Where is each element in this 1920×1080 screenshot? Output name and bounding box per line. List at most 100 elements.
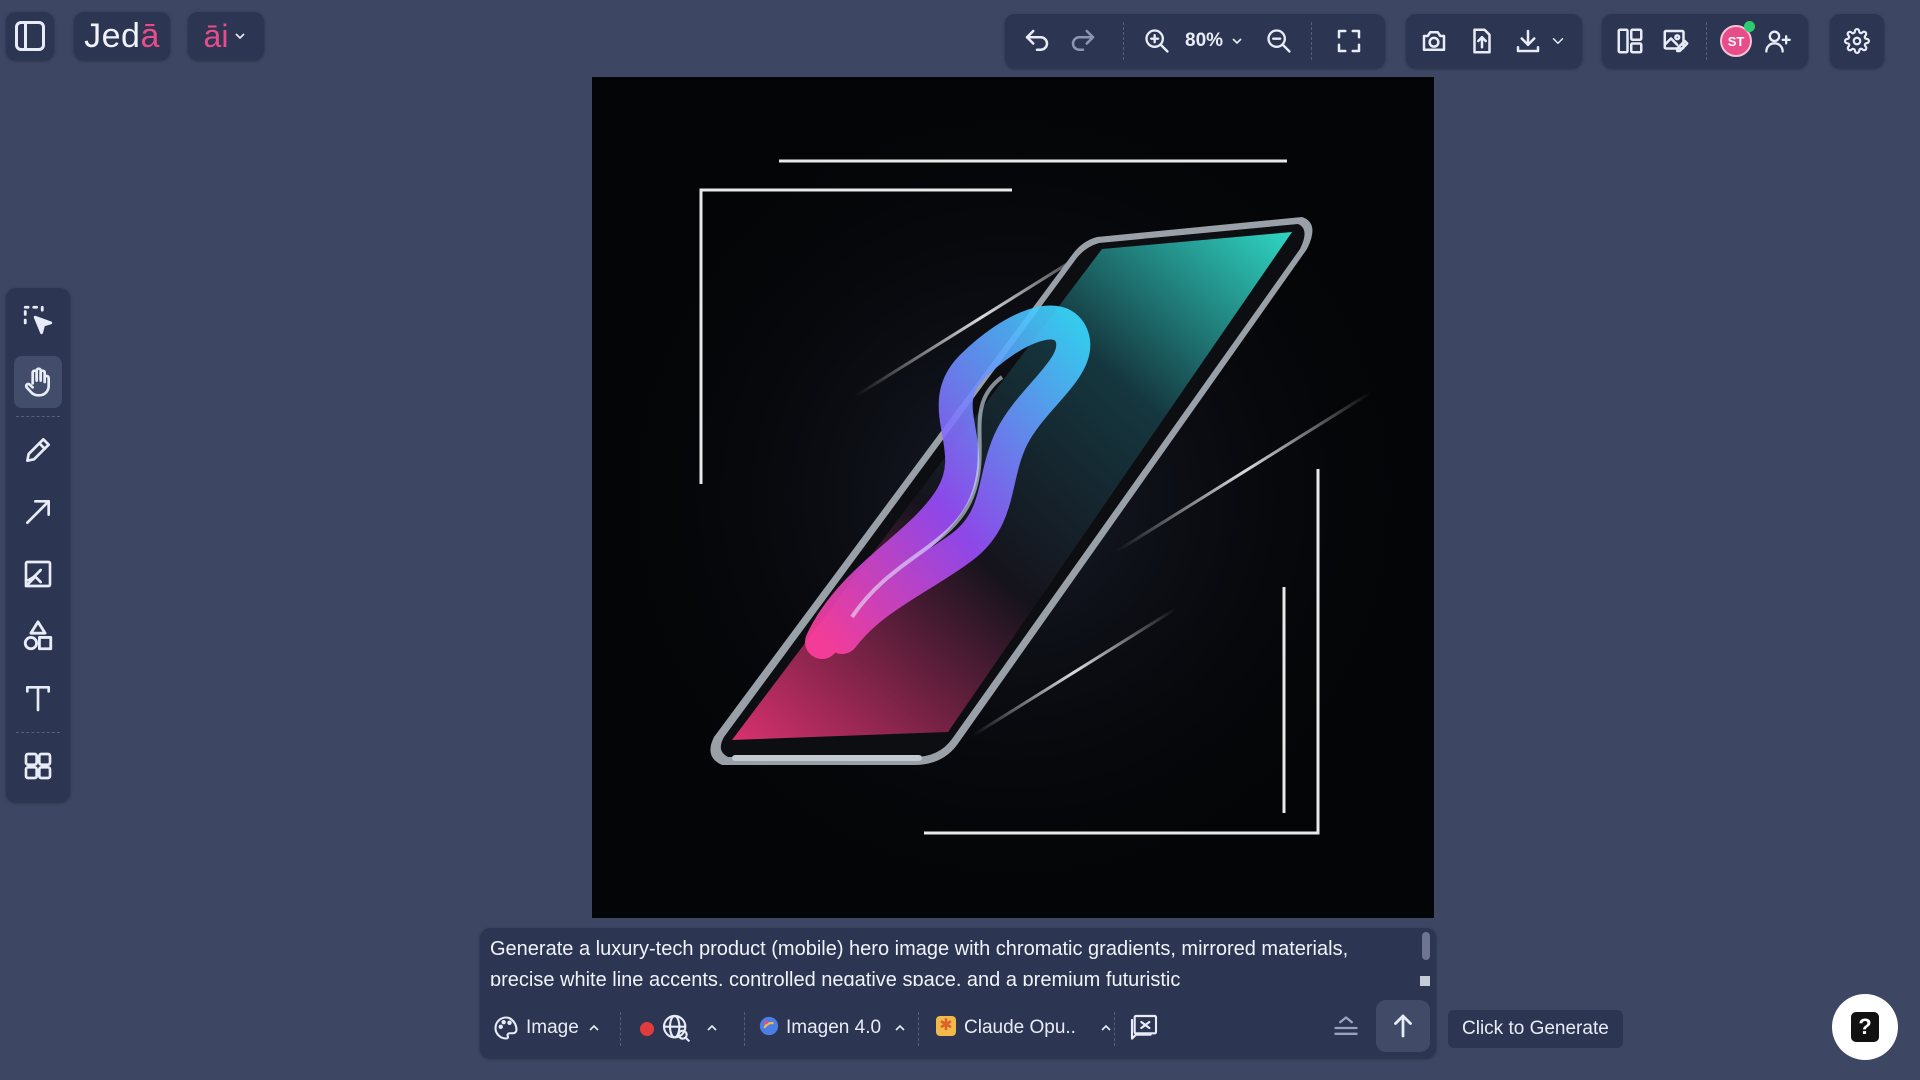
layout-panels-icon (1617, 28, 1643, 54)
ai-menu-button[interactable]: āi (188, 12, 264, 60)
text-icon (26, 686, 50, 712)
redo-button[interactable] (1065, 23, 1101, 59)
logo-text: Jed (84, 16, 141, 55)
grid-icon (24, 752, 52, 780)
avatar-initials: ST (1727, 33, 1745, 49)
chevron-down-icon (1232, 38, 1242, 45)
zoom-out-icon (1267, 29, 1291, 53)
chat-close-icon (1130, 1014, 1158, 1040)
chevron-down-icon (1552, 38, 1564, 44)
mode-label: Image (526, 1017, 579, 1038)
chevron-down-icon (235, 33, 246, 40)
sidebar-panel-icon (15, 21, 45, 51)
help-icon: ? (1851, 1012, 1879, 1042)
divider (16, 416, 60, 417)
generated-image[interactable] (592, 77, 1434, 918)
shapes-tool[interactable] (14, 612, 62, 660)
zoom-out-button[interactable] (1261, 23, 1297, 59)
divider (1114, 1012, 1115, 1046)
download-options-button[interactable] (1546, 23, 1570, 59)
image-edit-icon (1663, 29, 1689, 53)
web-search-selector[interactable] (636, 1010, 720, 1046)
divider (620, 1012, 621, 1046)
llm-selector[interactable]: ✱ Claude Opu.. (934, 1010, 1118, 1046)
record-indicator-icon (640, 1022, 654, 1036)
screenshot-button[interactable] (1416, 23, 1452, 59)
sidebar-toggle-button[interactable] (6, 12, 54, 60)
fit-to-screen-button[interactable] (1331, 23, 1367, 59)
download-icon (1516, 29, 1540, 53)
invite-user-button[interactable] (1760, 23, 1796, 59)
templates-tool[interactable] (14, 742, 62, 790)
logo-accent: ā (140, 16, 160, 55)
claude-logo-icon: ✱ (936, 1016, 956, 1036)
generate-tooltip: Click to Generate (1448, 1010, 1623, 1048)
prompt-textarea[interactable]: Generate a luxury-tech product (mobile) … (490, 934, 1410, 986)
fullscreen-icon (1337, 29, 1361, 53)
mode-selector[interactable]: Image (490, 1010, 599, 1046)
prompt-composer: Generate a luxury-tech product (mobile) … (480, 928, 1436, 1058)
prompt-scrollbar[interactable] (1422, 932, 1430, 960)
hand-tool[interactable] (14, 356, 62, 408)
model-logo-icon (759, 1016, 779, 1036)
ai-label: āi (203, 17, 229, 54)
generate-button[interactable] (1376, 1000, 1430, 1052)
palette-icon (494, 1016, 518, 1040)
download-button[interactable] (1510, 23, 1546, 59)
arrow-icon (26, 500, 50, 524)
upload-button[interactable] (1464, 23, 1500, 59)
upload-file-icon (1473, 28, 1491, 54)
divider (1123, 22, 1124, 60)
pencil-tool[interactable] (14, 426, 62, 474)
app-logo[interactable]: Jedā (74, 12, 170, 60)
undo-icon (1025, 29, 1049, 51)
arrow-up-icon (1394, 1014, 1412, 1038)
divider (1706, 22, 1707, 60)
tools-sidebar (6, 288, 70, 802)
expand-prompt-button[interactable] (1326, 1010, 1366, 1046)
select-arrow-icon (23, 305, 53, 335)
hand-icon (24, 367, 50, 397)
image-tool[interactable] (14, 550, 62, 598)
zoom-level-select[interactable]: 80% (1185, 23, 1245, 59)
clear-context-button[interactable] (1124, 1010, 1164, 1046)
image-model-selector[interactable]: Imagen 4.0 (756, 1010, 908, 1046)
image-icon (24, 560, 52, 588)
gallery-button[interactable] (1658, 23, 1694, 59)
help-button[interactable]: ? (1832, 994, 1898, 1060)
select-tool[interactable] (14, 296, 62, 344)
divider (744, 1012, 745, 1046)
zoom-level: 80% (1185, 30, 1224, 51)
zoom-in-button[interactable] (1139, 23, 1175, 59)
canvas-toolbar: 80% (1005, 14, 1385, 68)
chevron-up-icon (1101, 1024, 1111, 1031)
llm-label: Claude Opu.. (964, 1017, 1076, 1038)
redo-icon (1071, 29, 1095, 51)
collapse-lines-icon (1334, 1016, 1358, 1035)
settings-button[interactable] (1830, 14, 1884, 68)
shapes-icon (23, 620, 53, 651)
text-tool[interactable] (14, 674, 62, 722)
online-status-dot (1744, 21, 1755, 32)
gear-icon (1844, 28, 1870, 54)
add-user-icon (1765, 30, 1791, 53)
divider (16, 732, 60, 733)
export-toolbar (1406, 14, 1582, 68)
help-label: ? (1858, 1014, 1872, 1039)
camera-icon (1422, 31, 1446, 51)
globe-icon (662, 1014, 691, 1043)
divider (918, 1012, 919, 1046)
collab-toolbar: ST (1602, 14, 1808, 68)
chevron-up-icon (707, 1024, 717, 1031)
pencil-icon (26, 438, 50, 462)
resize-handle[interactable] (1420, 976, 1430, 986)
zoom-in-icon (1145, 29, 1169, 53)
divider (1311, 22, 1312, 60)
chevron-up-icon (589, 1024, 599, 1031)
undo-button[interactable] (1019, 23, 1055, 59)
phone-artwork (592, 77, 1434, 918)
image-model-label: Imagen 4.0 (786, 1017, 882, 1038)
arrow-tool[interactable] (14, 488, 62, 536)
layout-button[interactable] (1612, 23, 1648, 59)
chevron-up-icon (895, 1024, 905, 1031)
